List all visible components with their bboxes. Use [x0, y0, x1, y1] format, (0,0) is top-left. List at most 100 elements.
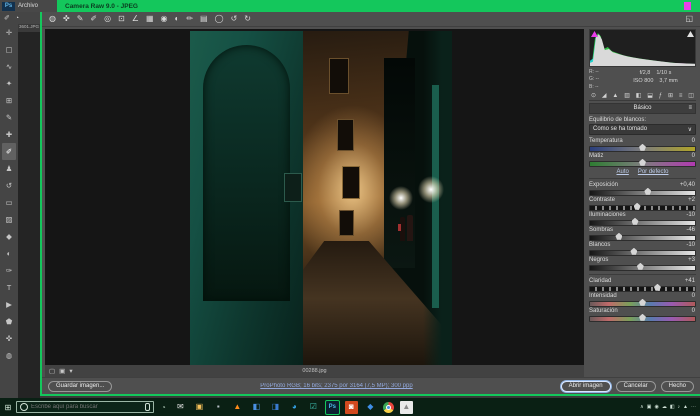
type-tool[interactable]: T — [2, 279, 16, 296]
healing-brush-tool[interactable]: ✚ — [2, 126, 16, 143]
microphone-icon[interactable] — [145, 403, 150, 411]
tray-icon[interactable]: ▣ — [647, 404, 652, 410]
tray-icon[interactable]: ⋯ — [691, 404, 696, 410]
slider-track[interactable] — [589, 205, 696, 211]
spot-removal-tool[interactable]: ◉ — [161, 15, 168, 23]
tab-effects[interactable]: ƒ — [659, 93, 662, 99]
taskbar-mail[interactable]: ✉ — [174, 401, 187, 414]
taskbar-photos[interactable]: ▲ — [400, 401, 413, 414]
zoom-in-button[interactable]: ▣ — [59, 367, 65, 375]
taskbar-photoshop[interactable]: Ps — [326, 401, 339, 414]
taskbar-app-orange[interactable]: ◙ — [345, 401, 358, 414]
cancel-button[interactable]: Cancelar — [616, 381, 656, 392]
dodge-tool[interactable]: ◐ — [2, 245, 16, 262]
document-tab[interactable]: 3601.JPG — [18, 24, 40, 32]
gradient-tool[interactable]: ▨ — [2, 211, 16, 228]
tab-hsl-grayscale[interactable]: ▥ — [624, 93, 630, 99]
shape-tool[interactable]: ⬟ — [2, 313, 16, 330]
radial-filter-tool[interactable]: ◯ — [215, 15, 224, 23]
task-view-button[interactable]: ◔ — [161, 403, 166, 412]
brush-tool[interactable]: ✐ — [2, 143, 16, 160]
workflow-options-link[interactable]: ProPhoto RGB; 16 bits; 2375 por 3164 (7,… — [118, 383, 554, 389]
crop-tool[interactable]: ⊞ — [2, 92, 16, 109]
tab-lens-corrections[interactable]: ⬓ — [647, 93, 653, 99]
tray-icon[interactable]: ♪ — [678, 404, 681, 410]
clone-stamp-tool[interactable]: ♟ — [2, 160, 16, 177]
zoom-tool[interactable]: ◍ — [2, 347, 16, 364]
history-brush-tool[interactable]: ↺ — [2, 177, 16, 194]
taskbar-edge[interactable]: ◕ — [288, 401, 301, 414]
quick-selection-tool[interactable]: ✦ — [2, 75, 16, 92]
rotate-right-tool[interactable]: ↻ — [244, 15, 251, 23]
panel-tabs: ⊙ ◢ ▲ ▥ ◧ ⬓ ƒ ⊞ ≡ ◫ — [589, 92, 696, 101]
slider-track[interactable] — [589, 220, 696, 226]
tab-tone-curve[interactable]: ◢ — [602, 93, 607, 99]
lasso-tool[interactable]: ∿ — [2, 58, 16, 75]
tab-detail[interactable]: ▲ — [612, 93, 618, 99]
taskbar-app-diamond[interactable]: ◆ — [364, 401, 377, 414]
path-selection-tool[interactable]: ▶ — [2, 296, 16, 313]
taskbar-notes-app[interactable]: ▪ — [212, 401, 225, 414]
white-balance-select[interactable]: Como se ha tomado ∨ — [589, 124, 696, 135]
taskbar-chrome[interactable] — [383, 402, 394, 413]
auto-link[interactable]: Auto — [616, 169, 628, 175]
adjustment-brush-tool[interactable]: ✏ — [186, 15, 193, 23]
slider-track[interactable] — [589, 250, 696, 256]
red-eye-tool[interactable]: ◐ — [175, 15, 180, 23]
tray-icon[interactable]: ☁ — [662, 404, 667, 410]
zoom-out-button[interactable]: ▢ — [49, 367, 55, 375]
tray-icon[interactable]: ▲ — [683, 404, 688, 410]
tray-icon[interactable]: ◧ — [670, 404, 675, 410]
taskbar-search[interactable] — [16, 401, 154, 413]
camera-raw-titlebar[interactable]: Camera Raw 9.0 - JPEG — [40, 0, 700, 12]
slider-track[interactable] — [589, 190, 696, 196]
tab-presets[interactable]: ≡ — [679, 93, 683, 99]
tray-icon[interactable]: ◉ — [654, 404, 658, 410]
tray-icon[interactable]: ∧ — [640, 404, 644, 410]
default-link[interactable]: Por defecto — [638, 169, 669, 175]
graduated-filter-tool[interactable]: ▤ — [200, 15, 208, 23]
move-tool[interactable]: ✛ — [2, 24, 16, 41]
toggle-fullscreen-icon[interactable]: ◱ — [685, 15, 693, 23]
tab-split-toning[interactable]: ◧ — [636, 93, 642, 99]
taskbar-search-input[interactable] — [31, 404, 142, 410]
open-image-button[interactable]: Abrir imagen — [561, 381, 611, 392]
straighten-tool[interactable]: ∠ — [132, 15, 139, 23]
done-button[interactable]: Hecho — [661, 381, 694, 392]
start-button[interactable]: ⊞ — [0, 403, 16, 412]
tab-camera-calibration[interactable]: ⊞ — [668, 93, 673, 99]
white-balance-tool[interactable]: ✎ — [77, 15, 84, 23]
tab-basic[interactable]: ⊙ — [591, 93, 596, 99]
targeted-adjustment-tool[interactable]: ◎ — [104, 15, 111, 23]
pen-tool[interactable]: ✑ — [2, 262, 16, 279]
taskbar-file-explorer[interactable]: ▣ — [193, 401, 206, 414]
taskbar-app-blue-1[interactable]: ◧ — [250, 401, 263, 414]
blur-tool[interactable]: ◆ — [2, 228, 16, 245]
panel-menu-icon[interactable]: ≡ — [688, 105, 692, 111]
photoshop-logo: Ps — [2, 2, 15, 11]
marquee-tool[interactable]: ▢ — [2, 41, 16, 58]
slider-track[interactable] — [589, 286, 696, 292]
tab-snapshots[interactable]: ◫ — [688, 93, 694, 99]
options-preset-icon[interactable]: ◔ — [15, 15, 19, 22]
hand-tool[interactable]: ✜ — [2, 330, 16, 347]
transform-tool[interactable]: ▦ — [146, 15, 154, 23]
taskbar-app-blue-2[interactable]: ◨ — [269, 401, 282, 414]
zoom-level-select[interactable]: ▾ — [69, 367, 72, 375]
photo-preview[interactable] — [190, 31, 452, 369]
slider-track[interactable] — [589, 235, 696, 241]
rotate-left-tool[interactable]: ↺ — [231, 15, 238, 23]
eyedropper-tool[interactable]: ✎ — [2, 109, 16, 126]
menu-archivo[interactable]: Archivo — [18, 3, 38, 9]
color-sampler-tool[interactable]: ✐ — [90, 15, 97, 23]
taskbar-todo-app[interactable]: ☑ — [307, 401, 320, 414]
options-brush-icon[interactable]: ✐ — [4, 14, 10, 22]
eraser-tool[interactable]: ▭ — [2, 194, 16, 211]
zoom-tool[interactable]: ◍ — [49, 15, 56, 23]
sliders-section: Temperatura0Matiz0AutoPor defectoExposic… — [589, 138, 696, 323]
taskbar-vlc[interactable]: ▲ — [231, 401, 244, 414]
crop-tool[interactable]: ⊡ — [118, 15, 125, 23]
hand-tool[interactable]: ✜ — [63, 15, 70, 23]
save-image-button[interactable]: Guardar imagen... — [48, 381, 112, 392]
photo-red-bag — [398, 224, 402, 231]
